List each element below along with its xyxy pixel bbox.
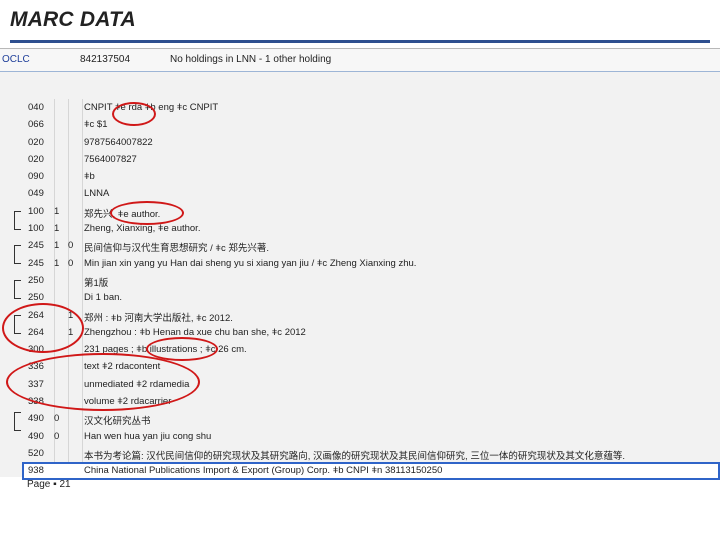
field-content[interactable]: China National Publications Import & Exp… bbox=[84, 465, 442, 476]
field-content[interactable]: text ǂ2 rdacontent bbox=[84, 361, 160, 372]
field-content[interactable]: Han wen hua yan jiu cong shu bbox=[84, 431, 211, 442]
field-tag: 490 bbox=[28, 413, 44, 425]
field-tag: 090 bbox=[28, 171, 44, 183]
marc-field-row[interactable]: 490 0 汉文化研究丛书 bbox=[22, 410, 720, 427]
marc-field-row[interactable]: 100 1 Zheng, Xianxing, ǂe author. bbox=[22, 220, 720, 237]
indicator-2[interactable]: 0 bbox=[68, 240, 82, 251]
field-content[interactable]: ǂb bbox=[84, 171, 95, 182]
linked-field-bracket bbox=[14, 245, 21, 264]
page-label: Page bbox=[27, 479, 54, 490]
linked-field-bracket bbox=[14, 315, 21, 334]
field-content[interactable]: 9787564007822 bbox=[84, 137, 153, 148]
marc-field-row[interactable]: 300 231 pages ; ǂb illustrations ; ǂc 26 … bbox=[22, 341, 720, 358]
marc-field-row[interactable]: 264 1 郑州 : ǂb 河南大学出版社, ǂc 2012. bbox=[22, 307, 720, 324]
marc-field-row-selected[interactable]: 938 China National Publications Import & … bbox=[22, 462, 720, 480]
field-content[interactable]: ǂc $1 bbox=[84, 119, 108, 130]
field-tag: 100 bbox=[28, 223, 44, 235]
field-tag: 066 bbox=[28, 119, 44, 131]
field-content[interactable]: 本书为考论篇: 汉代民间信仰的研究现状及其研究路向, 汉画像的研究现状及其民间信… bbox=[84, 448, 625, 462]
linked-field-bracket bbox=[14, 280, 21, 299]
field-content[interactable]: Di 1 ban. bbox=[84, 292, 122, 303]
indicator-1[interactable]: 1 bbox=[54, 206, 68, 217]
field-tag: 336 bbox=[28, 361, 44, 373]
oclc-label[interactable]: OCLC bbox=[2, 54, 30, 65]
oclc-number: 842137504 bbox=[80, 54, 131, 65]
indicator-1[interactable]: 1 bbox=[54, 240, 68, 251]
field-content[interactable]: Min jian xin yang yu Han dai sheng yu si… bbox=[84, 258, 416, 269]
page-footer: Page ▪ 21 bbox=[27, 479, 71, 490]
indicator-2[interactable]: 0 bbox=[68, 258, 82, 269]
field-tag: 338 bbox=[28, 396, 44, 408]
marc-field-row[interactable]: 250 Di 1 ban. bbox=[22, 289, 720, 306]
field-tag: 040 bbox=[28, 102, 44, 113]
marc-field-row[interactable]: 040 CNPIT ǂe rda ǂb eng ǂc CNPIT bbox=[22, 99, 720, 116]
field-tag: 049 bbox=[28, 188, 44, 200]
field-tag: 520 bbox=[28, 447, 44, 459]
field-tag: 245 bbox=[28, 240, 44, 252]
indicator-1[interactable]: 0 bbox=[54, 431, 68, 442]
field-content[interactable]: 民间信仰与汉代生育思想研究 / ǂc 郑先兴著. bbox=[84, 240, 269, 254]
marc-field-row[interactable]: 490 0 Han wen hua yan jiu cong shu bbox=[22, 428, 720, 445]
field-content[interactable]: Zhengzhou : ǂb Henan da xue chu ban she,… bbox=[84, 327, 306, 338]
marc-field-row[interactable]: 090 ǂb bbox=[22, 168, 720, 185]
marc-field-row[interactable]: 020 9787564007822 bbox=[22, 134, 720, 151]
title-divider bbox=[10, 40, 710, 43]
marc-field-row[interactable]: 264 1 Zhengzhou : ǂb Henan da xue chu ban … bbox=[22, 324, 720, 341]
marc-field-row[interactable]: 520 本书为考论篇: 汉代民间信仰的研究现状及其研究路向, 汉画像的研究现状及其… bbox=[22, 445, 720, 462]
field-tag: 337 bbox=[28, 378, 44, 390]
field-tag: 264 bbox=[28, 309, 44, 321]
marc-field-row[interactable]: 245 1 0 民间信仰与汉代生育思想研究 / ǂc 郑先兴著. bbox=[22, 237, 720, 254]
marc-record-window: OCLC 842137504 No holdings in LNN - 1 ot… bbox=[0, 48, 720, 480]
field-content[interactable]: CNPIT ǂe rda ǂb eng ǂc CNPIT bbox=[84, 102, 218, 113]
field-tag: 264 bbox=[28, 326, 44, 338]
indicator-2[interactable]: 1 bbox=[68, 310, 82, 321]
holdings-status[interactable]: No holdings in LNN - 1 other holding bbox=[170, 54, 331, 65]
marc-field-row[interactable]: 336 text ǂ2 rdacontent bbox=[22, 358, 720, 375]
field-tag: 490 bbox=[28, 430, 44, 442]
field-tag: 020 bbox=[28, 136, 44, 148]
field-content[interactable]: 第1版 bbox=[84, 275, 108, 289]
marc-field-list: 040 CNPIT ǂe rda ǂb eng ǂc CNPIT 066 ǂc $1… bbox=[22, 99, 720, 480]
field-tag: 020 bbox=[28, 153, 44, 165]
field-tag: 245 bbox=[28, 257, 44, 269]
marc-field-row[interactable]: 100 1 郑先兴, ǂe author. bbox=[22, 203, 720, 220]
field-tag: 100 bbox=[28, 205, 44, 217]
slide-title: MARC DATA bbox=[10, 8, 136, 31]
field-tag: 938 bbox=[28, 465, 44, 477]
field-content[interactable]: LNNA bbox=[84, 188, 109, 199]
indicator-1[interactable]: 0 bbox=[54, 413, 68, 424]
field-content[interactable]: 郑先兴, ǂe author. bbox=[84, 206, 160, 220]
field-content[interactable]: 汉文化研究丛书 bbox=[84, 413, 151, 427]
field-tag: 250 bbox=[28, 292, 44, 304]
marc-field-row[interactable]: 049 LNNA bbox=[22, 185, 720, 202]
indicator-1[interactable]: 1 bbox=[54, 223, 68, 234]
marc-field-row[interactable]: 066 ǂc $1 bbox=[22, 116, 720, 133]
indicator-2[interactable]: 1 bbox=[68, 327, 82, 338]
linked-field-bracket bbox=[14, 211, 21, 230]
oclc-header-bar: OCLC 842137504 No holdings in LNN - 1 ot… bbox=[0, 49, 720, 72]
page-number: 21 bbox=[59, 479, 71, 490]
marc-field-row[interactable]: 245 1 0 Min jian xin yang yu Han dai sheng … bbox=[22, 255, 720, 272]
marc-field-row[interactable]: 250 第1版 bbox=[22, 272, 720, 289]
field-content[interactable]: 郑州 : ǂb 河南大学出版社, ǂc 2012. bbox=[84, 310, 233, 324]
field-tag: 300 bbox=[28, 344, 44, 356]
marc-field-row[interactable]: 338 volume ǂ2 rdacarrier bbox=[22, 393, 720, 410]
field-tag: 250 bbox=[28, 274, 44, 286]
field-content[interactable]: 231 pages ; ǂb illustrations ; ǂc 26 cm. bbox=[84, 344, 247, 355]
indicator-1[interactable]: 1 bbox=[54, 258, 68, 269]
linked-field-bracket bbox=[14, 412, 21, 431]
marc-field-row[interactable]: 337 unmediated ǂ2 rdamedia bbox=[22, 376, 720, 393]
field-content[interactable]: unmediated ǂ2 rdamedia bbox=[84, 379, 189, 390]
field-content[interactable]: 7564007827 bbox=[84, 154, 137, 165]
field-content[interactable]: Zheng, Xianxing, ǂe author. bbox=[84, 223, 200, 234]
marc-field-row[interactable]: 020 7564007827 bbox=[22, 151, 720, 168]
field-content[interactable]: volume ǂ2 rdacarrier bbox=[84, 396, 171, 407]
